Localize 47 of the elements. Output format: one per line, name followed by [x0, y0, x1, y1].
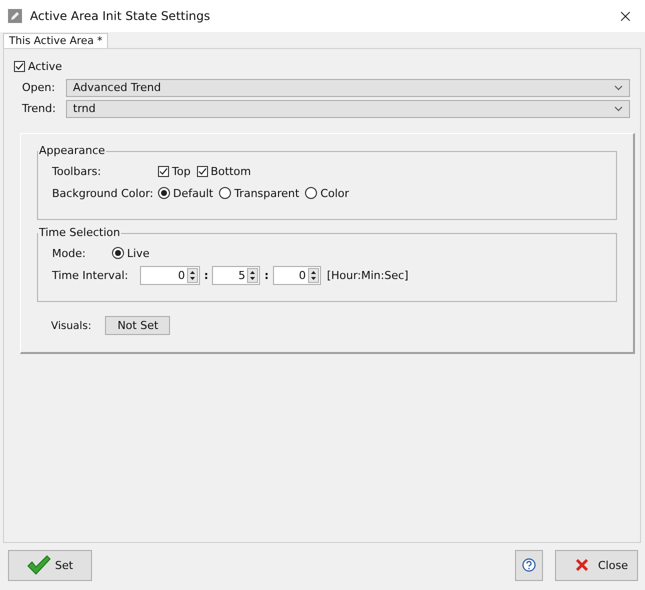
radio-button[interactable]: [219, 187, 232, 199]
radio-label: Live: [127, 246, 150, 260]
spinner-icon[interactable]: [308, 268, 319, 282]
checkbox[interactable]: [196, 166, 208, 176]
close-icon[interactable]: ×: [614, 6, 637, 26]
group-title: Appearance: [38, 144, 106, 157]
spin-field[interactable]: 0: [140, 266, 200, 284]
checkbox-label: Active: [28, 60, 62, 73]
dropdown[interactable]: Advanced Trend: [66, 78, 630, 96]
radio-button[interactable]: [305, 187, 318, 199]
field-label: Time Interval:: [51, 268, 130, 282]
checkbox[interactable]: [158, 166, 169, 176]
radio-button[interactable]: [158, 187, 170, 199]
pencil-icon: [8, 9, 22, 23]
radio-button[interactable]: [112, 247, 124, 259]
visuals-button[interactable]: Not Set: [105, 316, 170, 335]
chevron-icon: [614, 84, 623, 90]
cross-icon: [574, 557, 590, 573]
checkbox[interactable]: [14, 61, 25, 72]
field-label: Background Color:: [51, 186, 154, 200]
dropdown[interactable]: trnd: [66, 100, 630, 118]
chevron-icon: [614, 106, 623, 112]
field-label: Toolbars:: [51, 164, 102, 178]
close-button[interactable]: Close: [555, 550, 638, 580]
radio-label: Default: [173, 186, 214, 200]
checkbox-label: Bottom: [210, 164, 251, 178]
group-title: Time Selection: [38, 226, 122, 239]
time-separator: :: [264, 268, 269, 282]
set-button[interactable]: Set: [8, 550, 92, 580]
spin-field[interactable]: 0: [272, 266, 321, 284]
field-label: Open:: [21, 81, 56, 94]
spin-field[interactable]: 5: [212, 266, 260, 284]
radio-label: Transparent: [234, 186, 300, 200]
checkbox-label: Top: [172, 164, 191, 178]
spinner-icon[interactable]: [247, 268, 258, 282]
unit-label: [Hour:Min:Sec]: [326, 268, 408, 282]
radio-label: Color: [320, 186, 350, 200]
field-label: Mode:: [51, 246, 87, 260]
field-label: Visuals:: [51, 320, 92, 332]
help-icon: [522, 558, 536, 572]
check-icon: [27, 555, 51, 575]
help-button[interactable]: [515, 550, 543, 580]
time-separator: :: [204, 268, 208, 282]
window-title: Active Area Init State Settings: [30, 9, 210, 23]
field-label: Trend:: [21, 102, 57, 115]
tab[interactable]: This Active Area *: [3, 33, 108, 49]
spinner-icon[interactable]: [187, 268, 198, 282]
